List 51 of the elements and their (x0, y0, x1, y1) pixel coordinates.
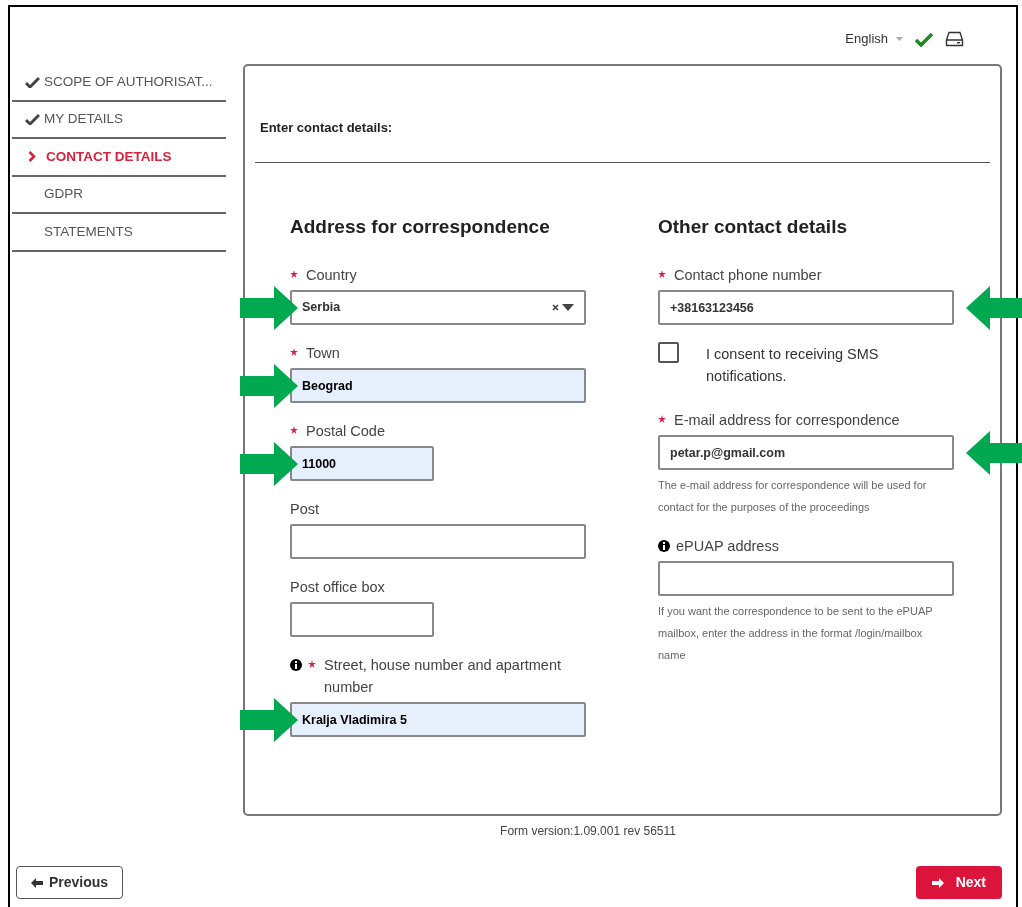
field-label: Town (306, 344, 340, 363)
required-icon (658, 270, 666, 278)
input-field[interactable] (290, 524, 586, 559)
language-dropdown[interactable]: English (845, 29, 903, 49)
required-icon (290, 270, 298, 278)
section-heading: Address for correspondence (290, 214, 551, 239)
clear-icon[interactable] (552, 304, 559, 311)
field-label: Post (290, 500, 319, 519)
input-field[interactable] (658, 561, 954, 596)
input-field[interactable]: Kralja Vladimira 5 (290, 702, 586, 737)
field-label: Country (306, 266, 357, 285)
section-heading: Other contact details (658, 214, 848, 239)
next-button[interactable]: Next (915, 866, 1002, 899)
required-icon (290, 348, 298, 356)
check-icon (25, 75, 40, 88)
chevron-icon (28, 151, 36, 163)
info-icon (658, 540, 670, 552)
field-label: Street, house number and apartment number (324, 656, 562, 697)
previous-button[interactable]: Previous (16, 866, 124, 899)
country-select[interactable]: Serbia (290, 290, 586, 325)
sms-checkbox[interactable] (658, 342, 679, 363)
step-item[interactable]: MY DETAILS (12, 101, 226, 139)
form-title: Enter contact details: (260, 119, 394, 137)
caret-icon[interactable] (562, 304, 574, 311)
caret-icon (896, 37, 903, 41)
required-icon (290, 426, 298, 434)
check-icon (25, 113, 40, 126)
input-field[interactable]: petar.p@gmail.com (658, 435, 954, 470)
field-hint: If you want the correspondence to be sent to the ePUAP mailbox, enter the address in the format /login/mailbox name (658, 604, 934, 663)
field-label: Post office box (290, 578, 385, 597)
hard-drive-icon[interactable] (945, 31, 964, 47)
input-field[interactable]: +38163123456 (658, 290, 954, 325)
input-field[interactable]: Beograd (290, 368, 586, 403)
required-icon (658, 415, 666, 423)
input-field[interactable]: 11000 (290, 446, 434, 481)
arrow-left-icon (31, 877, 43, 888)
input-field[interactable] (290, 602, 434, 637)
field-hint: The e-mail address for correspondence will be used for contact for the purposes of the proceedings (658, 478, 928, 515)
step-item[interactable]: SCOPE OF AUTHORISAT... (12, 64, 226, 102)
arrow-right-icon (931, 877, 944, 888)
step-item[interactable]: STATEMENTS (12, 214, 226, 252)
form-version: Form version:1.09.001 rev 56511 (499, 823, 677, 840)
step-item[interactable]: GDPR (12, 176, 226, 214)
field-label: Postal Code (306, 422, 385, 441)
step-item[interactable]: CONTACT DETAILS (12, 139, 226, 177)
info-icon (290, 659, 302, 671)
consent-label: I consent to receiving SMS notifications. (706, 345, 880, 386)
field-label: E-mail address for correspondence (674, 411, 900, 430)
field-label: Contact phone number (674, 266, 822, 285)
field-label: ePUAP address (676, 537, 779, 556)
required-icon (308, 660, 316, 668)
